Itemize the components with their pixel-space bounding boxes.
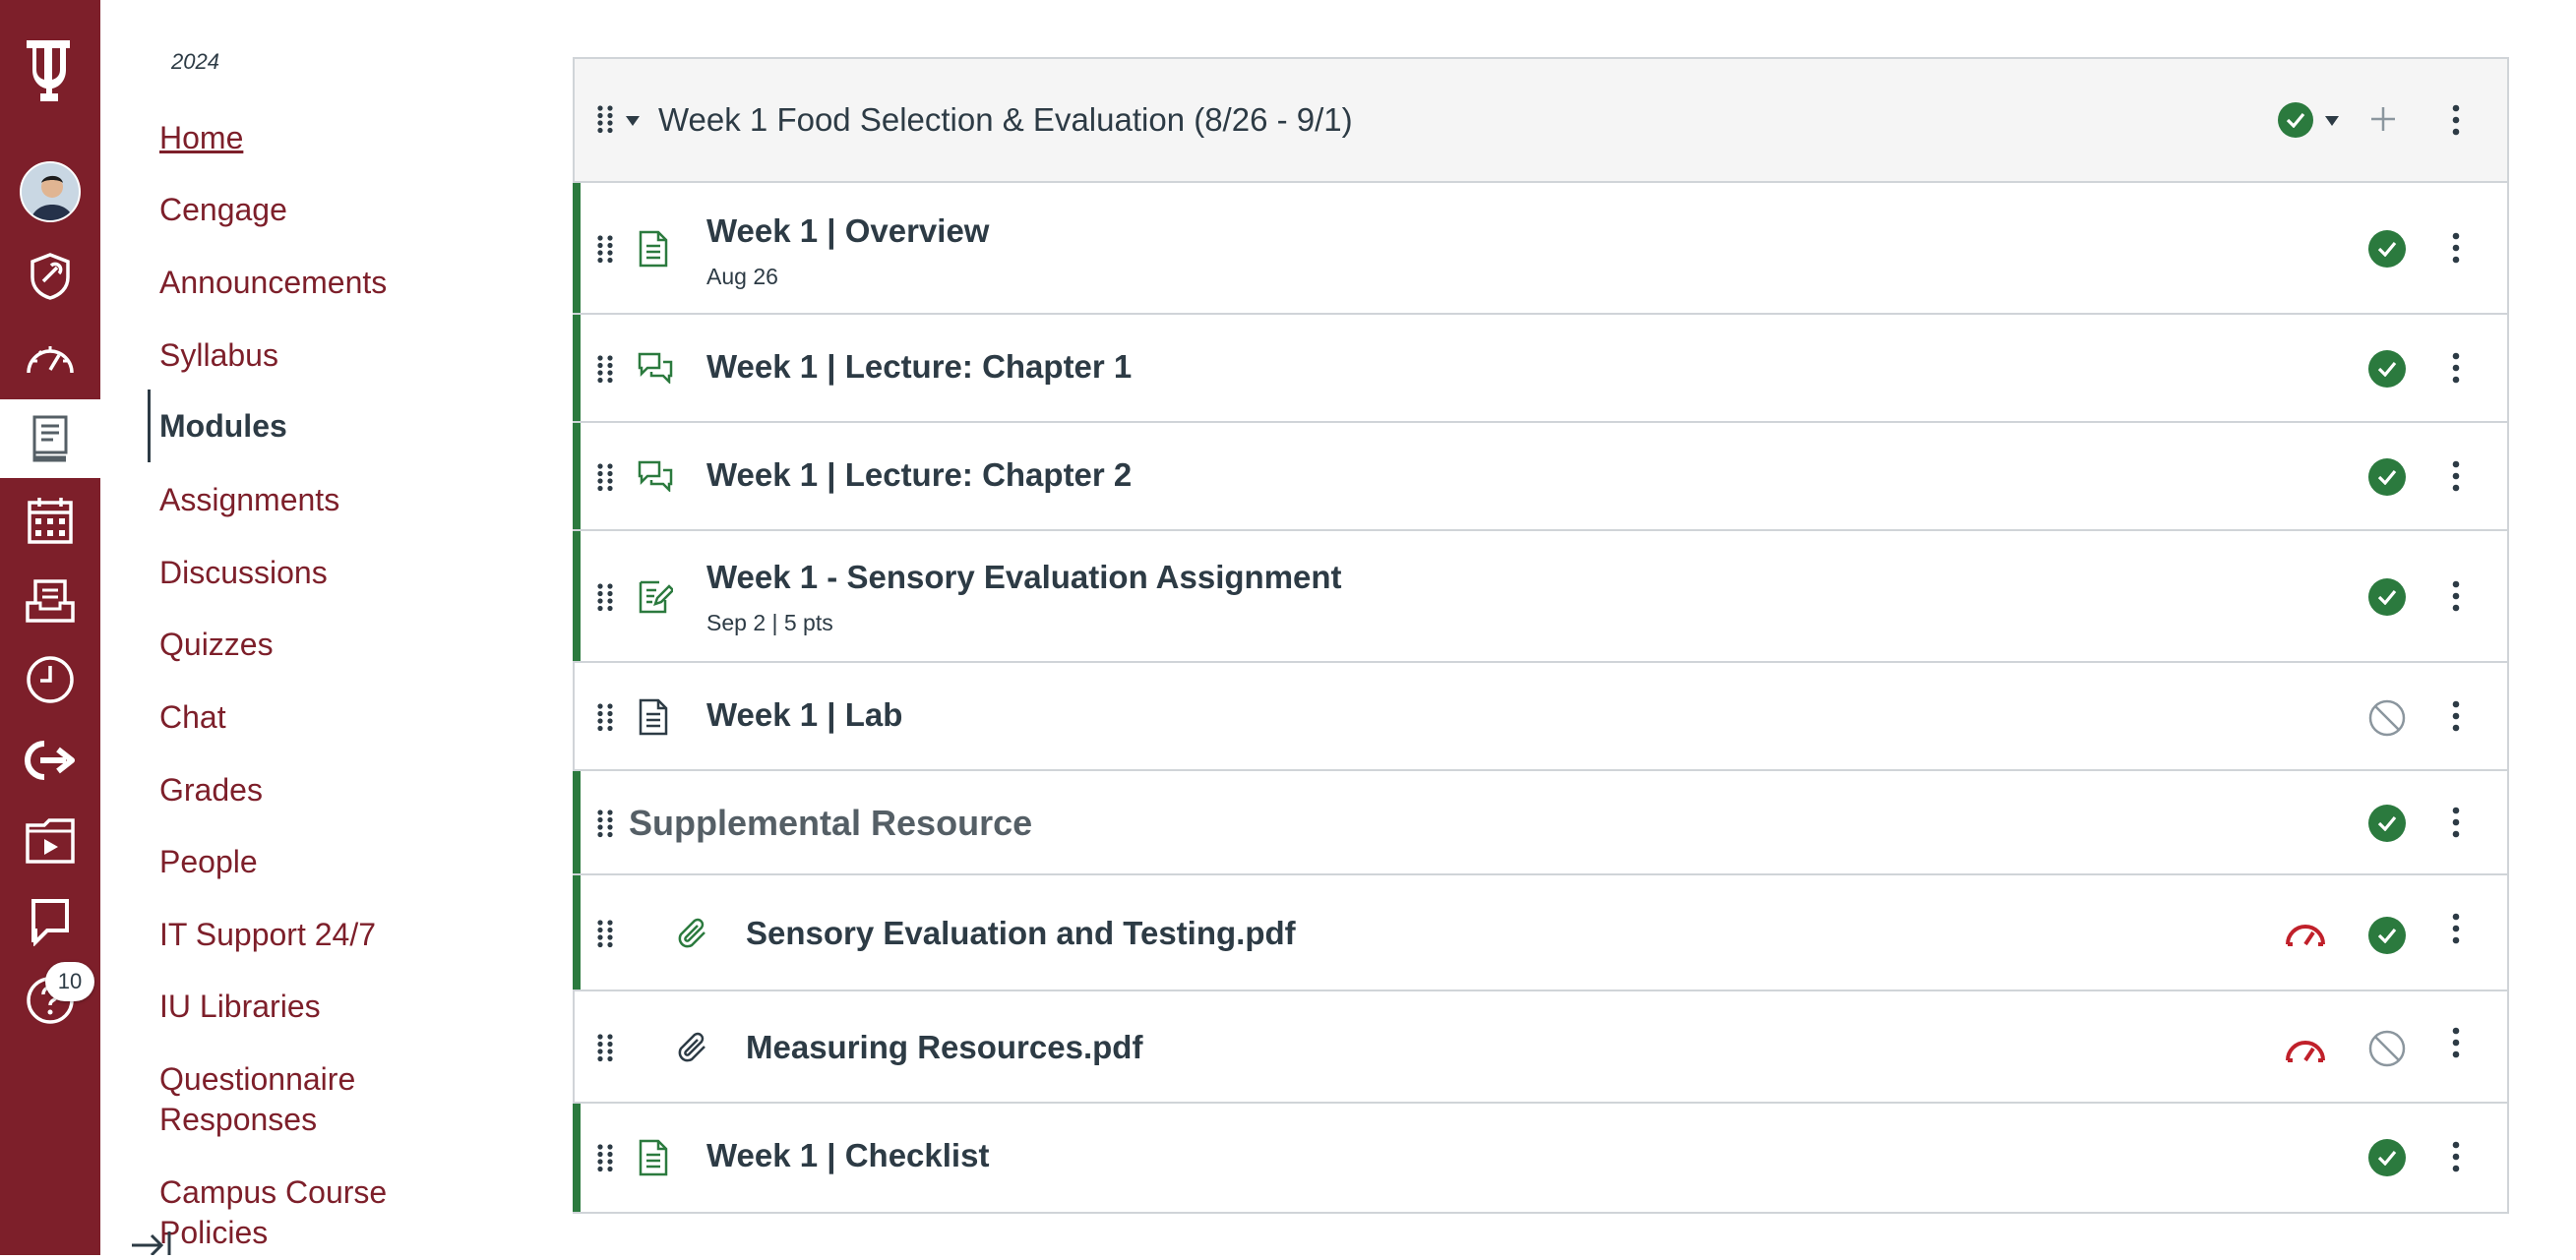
unpublished-icon[interactable]	[2367, 698, 2407, 743]
drag-handle-icon[interactable]	[596, 234, 614, 269]
item-title[interactable]: Sensory Evaluation and Testing.pdf	[746, 915, 1296, 952]
add-item-plus-icon[interactable]	[2368, 104, 2398, 139]
item-kebab-icon[interactable]	[2450, 460, 2462, 497]
course-nav-announcements[interactable]: Announcements	[159, 263, 387, 303]
notification-badge: 10	[45, 962, 94, 1001]
published-check-icon[interactable]	[2368, 805, 2406, 842]
published-check-icon[interactable]	[2368, 350, 2406, 388]
inbox-icon[interactable]	[0, 569, 100, 633]
term-label: 2024	[171, 49, 219, 74]
calendar-icon[interactable]	[0, 488, 100, 553]
course-nav-modules[interactable]: Modules	[159, 406, 287, 447]
module-item[interactable]: Week 1 | Checklist	[573, 1104, 2507, 1212]
course-nav-discussions[interactable]: Discussions	[159, 553, 328, 593]
collapse-nav-icon[interactable]	[130, 1230, 173, 1260]
page-icon	[638, 698, 669, 741]
course-nav-cengage[interactable]: Cengage	[159, 190, 287, 230]
account-avatar[interactable]	[0, 157, 100, 226]
course-navigation: 2024 Home Cengage Announcements Syllabus…	[100, 0, 514, 1257]
module-card: Week 1 Food Selection & Evaluation (8/26…	[573, 57, 2509, 1214]
drag-handle-icon[interactable]	[596, 462, 614, 497]
page-icon	[638, 230, 669, 272]
publish-status-icon[interactable]	[2278, 102, 2313, 138]
course-nav-quizzes[interactable]: Quizzes	[159, 625, 274, 665]
course-nav-chat[interactable]: Chat	[159, 697, 226, 738]
shield-icon[interactable]	[0, 244, 100, 309]
item-kebab-icon[interactable]	[2450, 1027, 2462, 1063]
accessibility-score-icon[interactable]	[2284, 919, 2327, 955]
chat-flag-icon[interactable]	[0, 889, 100, 954]
item-kebab-icon[interactable]	[2450, 352, 2462, 389]
drag-handle-icon[interactable]	[596, 1143, 614, 1177]
course-nav-home[interactable]: Home	[159, 118, 243, 158]
avatar	[20, 161, 81, 222]
share-arrow-icon[interactable]	[0, 728, 100, 793]
course-nav-syllabus[interactable]: Syllabus	[159, 335, 278, 376]
publish-menu-caret-icon[interactable]	[2324, 114, 2340, 132]
item-title[interactable]: Week 1 | Checklist	[706, 1137, 989, 1174]
active-indicator	[148, 390, 151, 462]
item-title[interactable]: Week 1 | Lecture: Chapter 2	[706, 456, 1132, 494]
module-item[interactable]: Week 1 | Lab	[575, 663, 2507, 771]
module-subheader[interactable]: Supplemental Resource	[573, 771, 2507, 875]
published-check-icon[interactable]	[2368, 1139, 2406, 1176]
published-check-icon[interactable]	[2368, 578, 2406, 616]
item-title[interactable]: Measuring Resources.pdf	[746, 1029, 1142, 1066]
course-nav-assignments[interactable]: Assignments	[159, 480, 339, 520]
published-check-icon[interactable]	[2368, 917, 2406, 954]
item-kebab-icon[interactable]	[2450, 913, 2462, 949]
item-meta: Aug 26	[706, 264, 778, 289]
video-folder-icon[interactable]	[0, 809, 100, 873]
page-icon	[638, 1139, 669, 1181]
module-header[interactable]: Week 1 Food Selection & Evaluation (8/26…	[575, 59, 2507, 183]
assignment-icon	[638, 578, 675, 619]
item-kebab-icon[interactable]	[2450, 580, 2462, 617]
drag-handle-icon[interactable]	[596, 809, 614, 843]
book-icon[interactable]	[0, 399, 100, 478]
dashboard-icon[interactable]	[0, 325, 100, 390]
item-kebab-icon[interactable]	[2450, 807, 2462, 843]
drag-handle-icon[interactable]	[596, 1033, 614, 1067]
module-item[interactable]: Sensory Evaluation and Testing.pdf	[573, 875, 2507, 991]
module-kebab-icon[interactable]	[2450, 104, 2462, 141]
global-navigation: 10	[0, 0, 100, 1255]
module-item[interactable]: Week 1 | Lecture: Chapter 2	[573, 423, 2507, 531]
course-nav-grades[interactable]: Grades	[159, 770, 263, 810]
item-title[interactable]: Week 1 | Lab	[706, 696, 902, 734]
course-nav-questionnaire[interactable]: Questionnaire Responses	[159, 1059, 396, 1140]
item-title[interactable]: Week 1 | Lecture: Chapter 1	[706, 348, 1132, 386]
course-nav-campus-policies[interactable]: Campus Course Policies	[159, 1172, 396, 1253]
item-meta: Sep 2 | 5 pts	[706, 610, 833, 635]
clock-icon[interactable]	[0, 647, 100, 712]
published-check-icon[interactable]	[2368, 458, 2406, 496]
iu-trident-icon[interactable]	[0, 28, 100, 112]
item-title[interactable]: Week 1 | Overview	[706, 212, 989, 250]
collapse-caret-icon[interactable]	[625, 114, 641, 132]
course-nav-iu-libraries[interactable]: IU Libraries	[159, 987, 321, 1027]
attachment-icon	[675, 917, 710, 957]
item-kebab-icon[interactable]	[2450, 700, 2462, 737]
module-item[interactable]: Week 1 | Lecture: Chapter 1	[573, 315, 2507, 423]
course-nav-it-support[interactable]: IT Support 24/7	[159, 915, 376, 955]
subheader-title: Supplemental Resource	[629, 803, 1033, 843]
course-nav-people[interactable]: People	[159, 842, 258, 882]
module-item[interactable]: Week 1 | Overview Aug 26	[573, 183, 2507, 315]
published-check-icon[interactable]	[2368, 230, 2406, 268]
module-item[interactable]: Measuring Resources.pdf	[575, 991, 2507, 1104]
module-title: Week 1 Food Selection & Evaluation (8/26…	[658, 101, 1353, 138]
item-title[interactable]: Week 1 - Sensory Evaluation Assignment	[706, 559, 1342, 596]
drag-handle-icon[interactable]	[596, 702, 614, 737]
drag-handle-icon[interactable]	[596, 354, 614, 389]
unpublished-icon[interactable]	[2367, 1029, 2407, 1073]
discussion-icon	[638, 352, 673, 389]
item-kebab-icon[interactable]	[2450, 1141, 2462, 1177]
accessibility-score-icon[interactable]	[2284, 1035, 2327, 1071]
drag-handle-icon[interactable]	[596, 582, 614, 617]
discussion-icon	[638, 460, 673, 497]
attachment-icon	[675, 1031, 710, 1071]
item-kebab-icon[interactable]	[2450, 232, 2462, 269]
module-item[interactable]: Week 1 - Sensory Evaluation Assignment S…	[573, 531, 2507, 663]
drag-handle-icon[interactable]	[596, 919, 614, 953]
drag-handle-icon[interactable]	[596, 104, 614, 139]
